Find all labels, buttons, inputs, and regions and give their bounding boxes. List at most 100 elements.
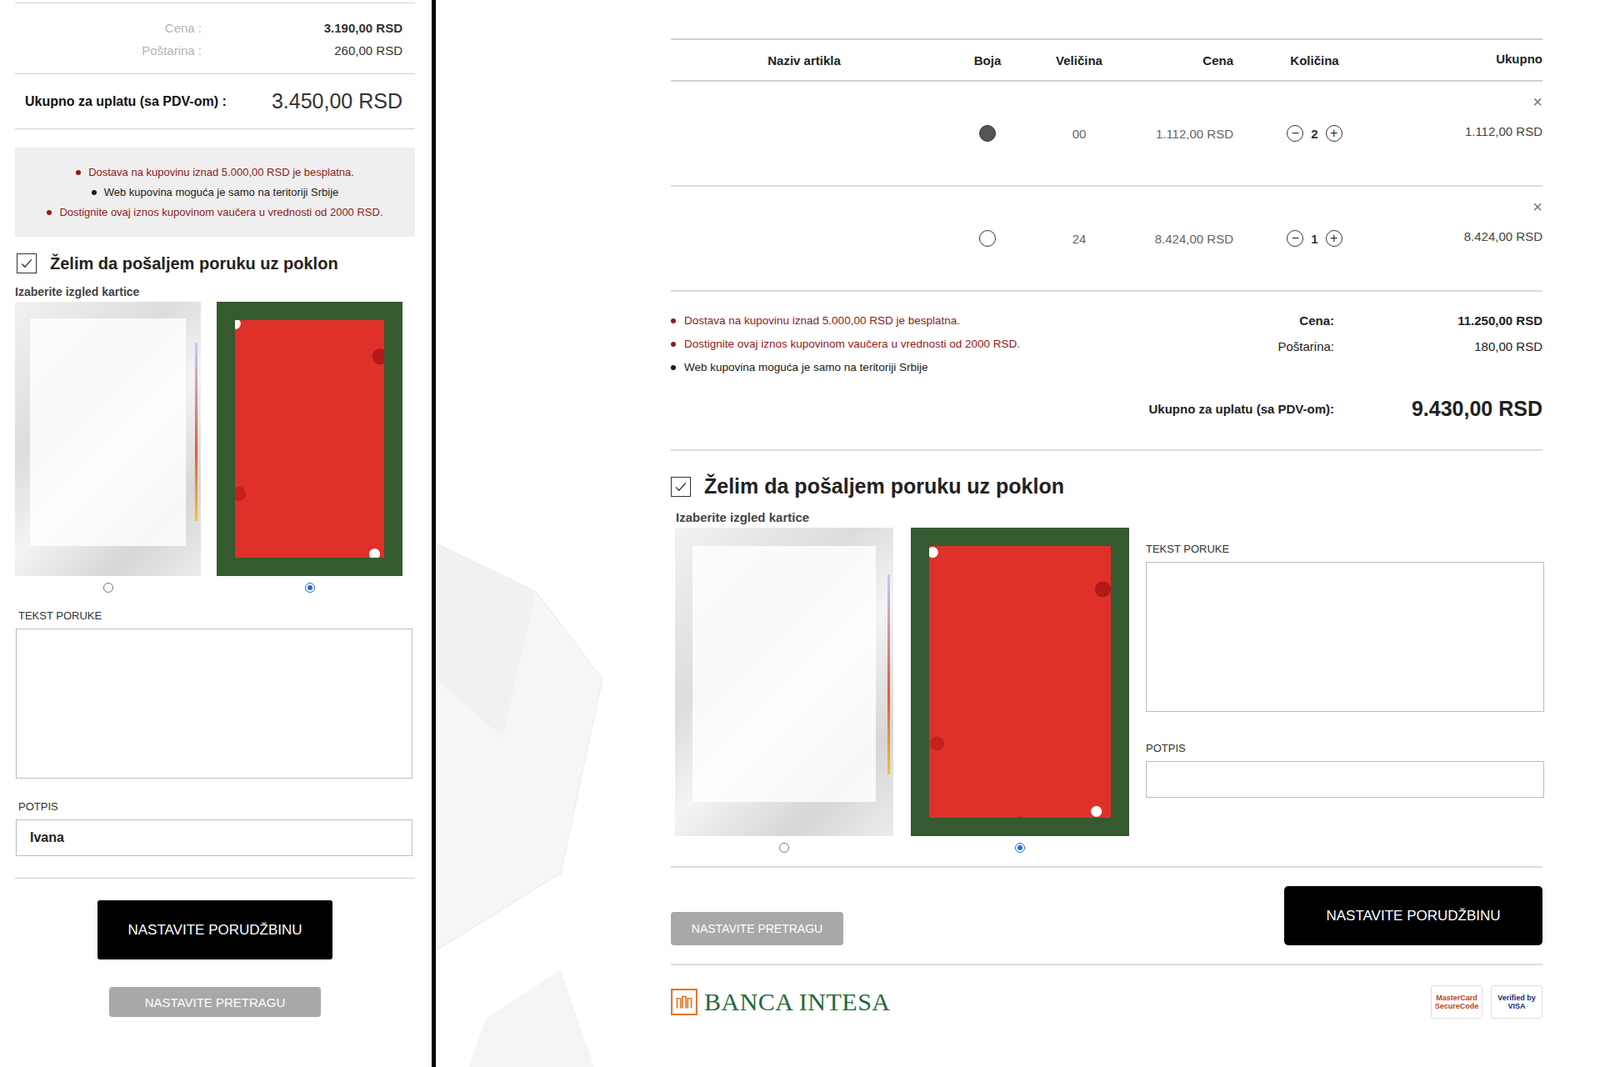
- bullet-icon: [75, 170, 81, 175]
- remove-button[interactable]: ×: [1532, 93, 1543, 110]
- card-radio[interactable]: [779, 842, 790, 853]
- bank-logo: BANCA INTESA: [670, 987, 891, 1016]
- total-cell: ×1.112,00 RSD: [1395, 81, 1543, 139]
- checkbox[interactable]: [16, 253, 37, 274]
- decrease-button[interactable]: −: [1286, 230, 1304, 247]
- signature-input[interactable]: [1145, 760, 1545, 798]
- card-inner: [692, 545, 876, 802]
- notice-text: Web kupovina moguća je samo na teritorij…: [104, 184, 340, 200]
- column-header: Naziv artikla: [670, 53, 938, 68]
- continue-search-button[interactable]: NASTAVITE PRETRAGU: [670, 911, 844, 945]
- card-preview[interactable]: [910, 527, 1130, 836]
- notice-text: Dostava na kupovinu iznad 5.000,00 RSD j…: [684, 314, 960, 327]
- message-input[interactable]: [15, 628, 413, 779]
- check-icon: [18, 255, 35, 272]
- card-radio[interactable]: [1015, 842, 1025, 853]
- total-value: 9.430,00 RSD: [1334, 396, 1543, 421]
- message-input[interactable]: [1145, 561, 1545, 712]
- decrease-button[interactable]: −: [1286, 125, 1304, 142]
- total-value: 3.450,00 RSD: [271, 89, 403, 114]
- summary-label: Cena :: [15, 20, 202, 35]
- continue-order-button[interactable]: NASTAVITE PORUDŽBINU: [1284, 885, 1543, 945]
- gift-message-checkbox[interactable]: Želim da pošaljem poruku uz poklon: [16, 253, 415, 274]
- desktop-view: Naziv artiklaBojaVeličinaCenaKoličina Uku…: [435, 0, 1600, 1067]
- notice-text: Web kupovina moguća je samo na teritorij…: [684, 360, 928, 374]
- notice-box: Dostava na kupovinu iznad 5.000,00 RSD j…: [15, 147, 415, 237]
- card-preview[interactable]: [216, 301, 403, 576]
- bullet-icon: [670, 318, 676, 324]
- card-option[interactable]: [910, 527, 1130, 853]
- column-header: Boja: [937, 53, 1038, 68]
- summary-area: Dostava na kupovinu iznad 5.000,00 RSD j…: [670, 291, 1543, 451]
- card-badges: MasterCardSecureCodeVerified byVISA: [1430, 985, 1543, 1019]
- signature-label: POTPIS: [1145, 741, 1543, 755]
- card-preview[interactable]: [675, 527, 894, 836]
- continue-order-button[interactable]: NASTAVITE PORUDŽBINU: [97, 900, 333, 960]
- summary-row: Cena :3.190,00 RSD: [15, 16, 403, 40]
- card-radio[interactable]: [305, 582, 315, 593]
- notice: Web kupovina moguća je samo na teritorij…: [91, 184, 340, 200]
- gift-message-checkbox[interactable]: Želim da pošaljem poruku uz poklon: [670, 474, 1543, 499]
- gift-body: TEKST PORUKE POTPIS: [670, 527, 1543, 853]
- badge-text: Verified by: [1497, 993, 1536, 1002]
- radio-dot: [1017, 845, 1023, 850]
- payment-badge: Verified byVISA: [1490, 985, 1543, 1019]
- message-label: TEKST PORUKE: [1145, 542, 1543, 555]
- badge-text: VISA: [1507, 1001, 1525, 1010]
- summary-label: Poštarina:: [1148, 339, 1335, 354]
- cart-content: Naziv artiklaBojaVeličinaCenaKoličina Uku…: [670, 38, 1543, 1019]
- badge-text: MasterCard: [1435, 993, 1478, 1002]
- checkbox[interactable]: [670, 476, 691, 497]
- card-stripe: [195, 342, 198, 521]
- size-cell: 00: [1037, 126, 1121, 141]
- message-form: TEKST PORUKE POTPIS: [1145, 527, 1543, 853]
- total-row: Ukupno za uplatu (sa PDV-om) : 3.450,00 R…: [15, 74, 415, 130]
- button-group: NASTAVITE PRETRAGU NASTAVITE PORUDŽBINU: [670, 865, 1543, 965]
- bank-icon: [670, 988, 698, 1015]
- summary-label: Cena:: [1148, 313, 1335, 328]
- payment-badge: MasterCardSecureCode: [1430, 985, 1483, 1019]
- column-header: Količina: [1233, 53, 1396, 68]
- message-label: TEKST PORUKE: [18, 609, 415, 622]
- card-preview[interactable]: [15, 301, 201, 576]
- quantity-cell: −2+: [1233, 125, 1396, 142]
- notice: Dostava na kupovinu iznad 5.000,00 RSD j…: [670, 314, 1020, 327]
- bullet-icon: [91, 190, 97, 195]
- increase-button[interactable]: +: [1325, 230, 1343, 247]
- notice-text: Dostava na kupovinu iznad 5.000,00 RSD j…: [88, 164, 355, 180]
- summary-value: 260,00 RSD: [201, 43, 403, 58]
- badge-text: SecureCode: [1435, 1001, 1480, 1010]
- bullet-icon: [670, 341, 676, 347]
- watermark-icon: [435, 0, 603, 1067]
- card-radio[interactable]: [103, 582, 114, 593]
- increase-button[interactable]: +: [1325, 125, 1343, 142]
- color-cell: [937, 230, 1038, 247]
- card-options: [675, 527, 1130, 853]
- row-total: 8.424,00 RSD: [1464, 229, 1543, 244]
- notice: Web kupovina moguća je samo na teritorij…: [670, 360, 1020, 374]
- card-option[interactable]: [675, 527, 894, 853]
- table-header: Naziv artiklaBojaVeličinaCenaKoličinaUku…: [670, 38, 1543, 82]
- total-label: Ukupno za uplatu (sa PDV-om) :: [25, 94, 227, 110]
- card-label: Izaberite izgled kartice: [675, 510, 1543, 525]
- summary-value: 11.250,00 RSD: [1334, 313, 1543, 328]
- column-header: Veličina: [1037, 53, 1121, 68]
- signature-input[interactable]: [15, 819, 413, 856]
- checkout-page: Cena :3.190,00 RSDPoštarina :260,00 RSD U…: [0, 0, 1600, 1067]
- payment-footer: BANCA INTESAMasterCardSecureCodeVerified…: [670, 965, 1543, 1019]
- summary-row: Poštarina :260,00 RSD: [15, 39, 403, 62]
- price-summary: Cena:11.250,00 RSDPoštarina:180,00 RSDUk…: [1148, 313, 1543, 421]
- card-option[interactable]: [216, 301, 403, 593]
- notice: Dostava na kupovinu iznad 5.000,00 RSD j…: [75, 164, 355, 180]
- size-cell: 24: [1037, 231, 1121, 246]
- column-header: Cena: [1120, 53, 1234, 68]
- remove-button[interactable]: ×: [1532, 198, 1543, 215]
- notice-text: Dostignite ovaj iznos kupovinom vaučera …: [684, 337, 1020, 350]
- continue-search-button[interactable]: NASTAVITE PRETRAGU: [109, 986, 321, 1017]
- gift-section: Želim da pošaljem poruku uz poklon Izaber…: [670, 450, 1543, 853]
- total-label: Ukupno za uplatu (sa PDV-om):: [1148, 401, 1335, 416]
- notice-list: Dostava na kupovinu iznad 5.000,00 RSD j…: [670, 313, 1020, 421]
- mobile-view: Cena :3.190,00 RSDPoštarina :260,00 RSD U…: [0, 0, 436, 1067]
- card-option[interactable]: [15, 301, 201, 593]
- signature-label: POTPIS: [18, 800, 415, 813]
